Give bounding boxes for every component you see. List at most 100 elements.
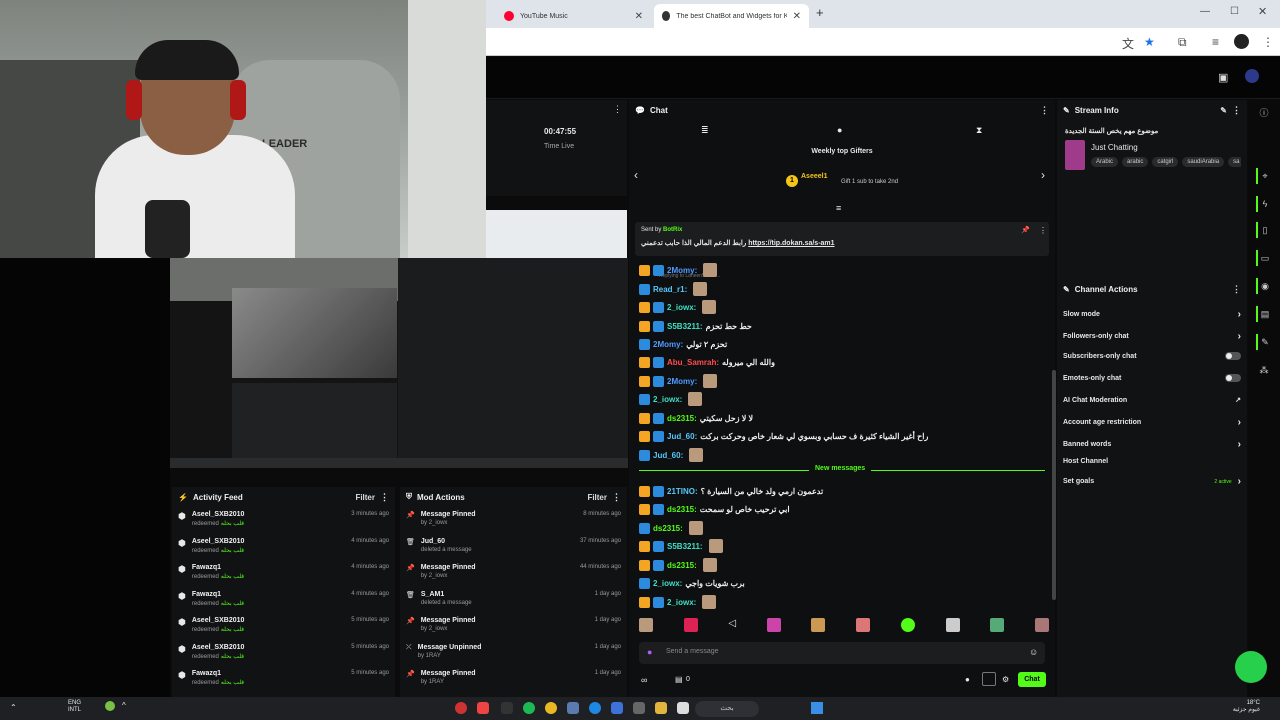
mod-action-item[interactable]: 📌 Message Pinned by 2_iowx 1 day ago bbox=[400, 613, 627, 640]
chat-message[interactable]: ds2315: bbox=[639, 520, 703, 536]
mod-action-item[interactable]: 🗑 S_AM1 deleted a message 1 day ago bbox=[400, 587, 627, 614]
taskbar-app-icon[interactable] bbox=[455, 702, 467, 714]
chat-username[interactable]: ds2315: bbox=[667, 414, 697, 423]
close-icon[interactable]: ✕ bbox=[793, 11, 801, 22]
panel-menu-icon[interactable]: ⋮ bbox=[380, 492, 389, 503]
chat-message[interactable]: 2Momy: bbox=[639, 373, 718, 389]
bookmark-star-icon[interactable]: ★ bbox=[1144, 35, 1155, 49]
new-tab-button[interactable]: + bbox=[816, 5, 824, 20]
mod-action-item[interactable]: 📌 Message Pinned by 1RAY 1 day ago bbox=[400, 666, 627, 693]
channel-action-set-goals[interactable]: Set goals 2 active › bbox=[1063, 476, 1241, 487]
chat-message[interactable]: 2_iowx: bbox=[639, 391, 703, 407]
stream-tag[interactable]: saudiArabia bbox=[1182, 157, 1225, 167]
pinned-link[interactable]: https://tip.dokan.sa/s-am1 bbox=[748, 240, 834, 247]
chat-username[interactable]: Read_r1: bbox=[653, 285, 687, 294]
chat-send-button[interactable]: Chat bbox=[1018, 672, 1046, 687]
activity-user[interactable]: Aseel_SXB2010 bbox=[192, 617, 245, 624]
chat-message[interactable]: 2Momy: تحزم ٢ تولي bbox=[639, 336, 727, 352]
support-headset-button[interactable] bbox=[1235, 651, 1267, 683]
chat-message[interactable]: Read_r1: bbox=[639, 281, 708, 297]
minimize-icon[interactable]: — bbox=[1200, 6, 1210, 17]
activity-feed-item[interactable]: ⬢ Aseel_SXB2010 redeemed قلب بحله 5 minutes … bbox=[172, 613, 395, 640]
chat-message[interactable]: Jud_60: bbox=[639, 447, 704, 463]
chat-username[interactable]: 2_iowx: bbox=[667, 303, 696, 312]
user-avatar[interactable] bbox=[1245, 69, 1259, 83]
panel-menu-icon[interactable]: ⋮ bbox=[612, 492, 621, 503]
edge-icon[interactable] bbox=[589, 702, 601, 714]
pinned-menu-icon[interactable]: ⋮ bbox=[1039, 226, 1047, 235]
toggle-switch[interactable] bbox=[1225, 374, 1241, 382]
mod-action-item[interactable]: 📌 Message Pinned by 2_iowx 44 minutes ago bbox=[400, 560, 627, 587]
chat-message[interactable]: 2_iowx: bbox=[639, 299, 717, 315]
media-icon[interactable]: ≡ bbox=[1212, 35, 1219, 49]
toggle-switch[interactable] bbox=[1225, 352, 1241, 360]
category-name[interactable]: Just Chatting bbox=[1091, 143, 1138, 152]
edit-icon[interactable]: ✎ bbox=[1220, 106, 1227, 115]
next-arrow-icon[interactable]: › bbox=[1041, 168, 1045, 182]
verified-icon[interactable] bbox=[900, 618, 915, 632]
pin-icon[interactable]: 📌 bbox=[1021, 226, 1030, 234]
panel-menu-icon[interactable]: ⋮ bbox=[613, 104, 622, 115]
windows-start-icon[interactable] bbox=[811, 702, 823, 714]
panel-menu-icon[interactable]: ⋮ bbox=[1232, 284, 1241, 295]
channel-action-host-channel[interactable]: Host Channel bbox=[1063, 458, 1241, 465]
translate-icon[interactable]: 文 bbox=[1122, 35, 1134, 52]
chevron-up-icon[interactable]: ^ bbox=[122, 701, 126, 710]
stream-tag[interactable]: arabic bbox=[1122, 157, 1149, 167]
hourglass-icon[interactable]: ⧗ bbox=[976, 125, 982, 136]
chat-message[interactable]: ds2315: لا لا زحل سكيتي bbox=[639, 410, 753, 426]
tab-botrix[interactable]: The best ChatBot and Widgets for Kick. F… bbox=[654, 4, 809, 28]
activity-user[interactable]: Fawazq1 bbox=[192, 564, 244, 571]
activity-feed-item[interactable]: ⬢ Aseel_SXB2010 redeemed قلب بحله 3 minutes … bbox=[172, 507, 395, 534]
taskbar-app-icon[interactable] bbox=[477, 702, 489, 714]
bolt-icon[interactable]: ϟ bbox=[1256, 196, 1272, 212]
chat-bubble-icon[interactable]: ● bbox=[837, 125, 842, 135]
emote-button[interactable] bbox=[1034, 618, 1049, 632]
activity-user[interactable]: Aseel_SXB2010 bbox=[192, 538, 245, 545]
chat-username[interactable]: S5B3211: bbox=[667, 542, 703, 551]
taskbar-app-icon[interactable] bbox=[501, 702, 513, 714]
send-arrow-icon[interactable]: ◁ bbox=[728, 618, 736, 632]
chat-message[interactable]: 21TINO: تدعمون ارمي ولد خالي من السيارة ؟ bbox=[639, 483, 823, 499]
emote-button[interactable] bbox=[990, 618, 1005, 632]
channel-action-emotes-only-chat[interactable]: Emotes-only chat bbox=[1063, 374, 1241, 382]
chat-options-icon[interactable]: ● bbox=[965, 675, 970, 684]
chat-input-box[interactable]: ● Send a message ☺ bbox=[639, 642, 1045, 664]
taskbar-arrow-icon[interactable]: ⌃ bbox=[10, 703, 17, 712]
chat-username[interactable]: S5B3211: bbox=[667, 322, 703, 331]
mute-icon[interactable] bbox=[982, 672, 996, 686]
channel-action-slow-mode[interactable]: Slow mode › bbox=[1063, 309, 1241, 320]
emote-button[interactable] bbox=[856, 618, 871, 632]
chat-message[interactable]: 2_iowx: برب شويات واجي bbox=[639, 575, 745, 591]
emote-button[interactable] bbox=[766, 618, 781, 632]
chat-username[interactable]: 2_iowx: bbox=[653, 579, 682, 588]
activity-user[interactable]: Fawazq1 bbox=[192, 591, 244, 598]
activity-feed-item[interactable]: ⬢ Aseel_SXB2010 redeemed قلب بحله 4 minutes … bbox=[172, 534, 395, 561]
chat-username[interactable]: 2_iowx: bbox=[653, 395, 682, 404]
profile-avatar[interactable] bbox=[1234, 34, 1249, 49]
stream-tag[interactable]: sa bbox=[1228, 157, 1241, 167]
emote-button[interactable] bbox=[639, 618, 653, 632]
chat-username[interactable]: ds2315: bbox=[667, 561, 697, 570]
chat-message[interactable]: 2Momy: bbox=[639, 262, 718, 278]
menu-kebab-icon[interactable]: ⋮ bbox=[1262, 35, 1274, 49]
extensions-icon[interactable]: ⧉ bbox=[1178, 35, 1187, 50]
emote-button[interactable] bbox=[683, 618, 698, 632]
mod-action-item[interactable]: 📌 Message Pinned by 2_iowx 8 minutes ago bbox=[400, 507, 627, 534]
taskbar-search[interactable]: بحث bbox=[695, 701, 759, 717]
taskbar-app-icon[interactable] bbox=[633, 702, 645, 714]
channel-action-ai-chat-moderation[interactable]: AI Chat Moderation ↗ bbox=[1063, 396, 1241, 405]
file-explorer-icon[interactable] bbox=[655, 702, 667, 714]
stream-tag[interactable]: Arabic bbox=[1091, 157, 1119, 167]
emote-button[interactable] bbox=[945, 618, 960, 632]
activity-feed-item[interactable]: ⬢ Fawazq1 redeemed قلب بحله 4 minutes ago bbox=[172, 587, 395, 614]
chat-username[interactable]: Abu_Samrah: bbox=[667, 358, 719, 367]
language-indicator[interactable]: ENG INTL bbox=[68, 700, 81, 714]
chat-message[interactable]: S5B3211: حط حط تحزم bbox=[639, 318, 752, 334]
chat-username[interactable]: 21TINO: bbox=[667, 487, 698, 496]
activity-user[interactable]: Aseel_SXB2010 bbox=[192, 644, 245, 651]
infinity-icon[interactable]: ∞ bbox=[641, 675, 647, 685]
chat-username[interactable]: Jud_60: bbox=[667, 432, 697, 441]
chat-scrollbar[interactable] bbox=[1052, 370, 1056, 600]
dashboard-icon[interactable]: ▣ bbox=[1218, 71, 1228, 84]
